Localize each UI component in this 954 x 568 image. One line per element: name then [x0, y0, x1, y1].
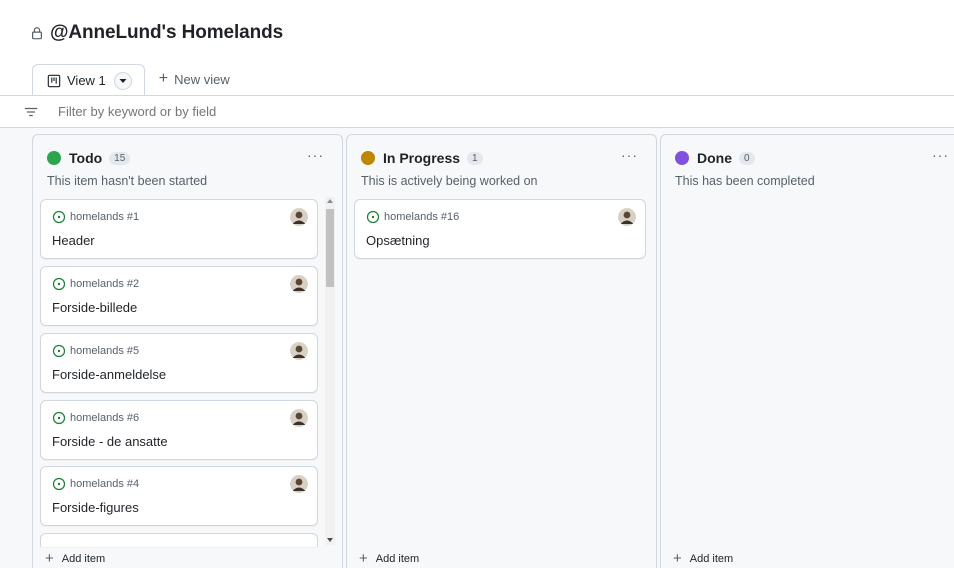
issue-ref: homelands #5: [52, 344, 139, 358]
issue-ref-text: homelands #2: [70, 278, 140, 290]
add-item-label: Add item: [61, 552, 106, 565]
column-todo: Todo 15 ··· This item hasn't been starte…: [32, 134, 343, 568]
column-header: Todo 15 ···: [47, 147, 328, 167]
status-dot-todo: [47, 151, 61, 165]
project-title-row: @AnneLund's Homelands: [30, 22, 283, 44]
column-more-options-icon[interactable]: ···: [932, 147, 949, 163]
issue-ref-text: homelands #5: [70, 345, 140, 357]
board-icon: [47, 74, 61, 87]
scroll-up-arrow-icon[interactable]: [327, 199, 333, 203]
new-view-button[interactable]: + New view: [145, 63, 244, 95]
filter-icon: [24, 107, 38, 116]
assignee-avatar[interactable]: [290, 475, 308, 493]
add-item-button[interactable]: + Add item: [673, 551, 733, 566]
issue-card[interactable]: homelands #4 Forside-figures: [40, 466, 318, 526]
column-scrollbar[interactable]: [325, 197, 335, 545]
tab-view-1[interactable]: View 1: [32, 64, 145, 96]
column-more-options-icon[interactable]: ···: [621, 147, 638, 163]
assignee-avatar[interactable]: [290, 275, 308, 293]
issue-open-icon: [52, 477, 66, 491]
issue-card[interactable]: homelands #5 Forside-anmeldelse: [40, 333, 318, 393]
plus-icon: +: [45, 550, 54, 567]
add-item-button[interactable]: + Add item: [359, 551, 419, 566]
add-item-label: Add item: [689, 552, 734, 565]
issue-open-icon: [52, 344, 66, 358]
status-dot-in-progress: [361, 151, 375, 165]
view-tabs: View 1 + New view: [32, 63, 244, 96]
column-title: In Progress: [383, 150, 461, 166]
column-more-options-icon[interactable]: ···: [307, 147, 324, 163]
assignee-avatar[interactable]: [290, 208, 308, 226]
issue-card[interactable]: homelands #1 Header: [40, 199, 318, 259]
issue-ref: homelands #4: [52, 477, 139, 491]
column-count-badge: 1: [467, 151, 483, 165]
add-item-button[interactable]: + Add item: [45, 551, 105, 566]
issue-open-icon: [52, 277, 66, 291]
issue-title[interactable]: Forside - de ansatte: [52, 434, 168, 449]
issue-ref: homelands #2: [52, 277, 139, 291]
column-done: Done 0 ··· This has been completed + Add…: [660, 134, 954, 568]
column-title: Done: [697, 150, 732, 166]
filter-input[interactable]: [58, 104, 458, 119]
add-item-label: Add item: [375, 552, 420, 565]
page-title: @AnneLund's Homelands: [50, 22, 284, 43]
issue-title[interactable]: Forside-billede: [52, 300, 137, 315]
assignee-avatar[interactable]: [290, 342, 308, 360]
issue-ref-text: homelands #16: [384, 211, 460, 223]
column-header: Done 0 ···: [675, 147, 948, 167]
issue-open-icon: [52, 411, 66, 425]
caret-down-icon: [119, 78, 127, 83]
issue-card[interactable]: homelands #2 Forside-billede: [40, 266, 318, 326]
issue-open-icon: [52, 210, 66, 224]
issue-ref-text: homelands #4: [70, 478, 140, 490]
plus-icon: +: [673, 550, 682, 567]
column-description: This has been completed: [675, 174, 815, 188]
issue-ref: homelands #1: [52, 210, 139, 224]
lock-icon: [32, 27, 42, 40]
column-description: This item hasn't been started: [47, 174, 208, 188]
new-view-label: New view: [174, 71, 230, 87]
issue-ref: homelands #6: [52, 411, 139, 425]
scroll-down-arrow-icon[interactable]: [327, 538, 333, 542]
page-header: @AnneLund's Homelands View 1 + New view: [0, 0, 954, 96]
column-title: Todo: [69, 150, 103, 166]
issue-card[interactable]: homelands #16 Opsætning: [354, 199, 646, 259]
issue-title[interactable]: Forside-anmeldelse: [52, 367, 166, 382]
column-count-badge: 15: [109, 151, 131, 165]
issue-title[interactable]: Forside-figures: [52, 500, 139, 515]
issue-title[interactable]: Header: [52, 233, 95, 248]
tab-label: View 1: [67, 73, 106, 88]
issue-ref-text: homelands #6: [70, 412, 140, 424]
issue-card-partial[interactable]: [40, 533, 318, 547]
status-dot-done: [675, 151, 689, 165]
plus-icon: +: [359, 550, 368, 567]
column-count-badge: 0: [739, 151, 755, 165]
assignee-avatar[interactable]: [290, 409, 308, 427]
issue-title[interactable]: Opsætning: [366, 233, 430, 248]
column-description: This is actively being worked on: [361, 174, 538, 188]
filter-bar: [0, 95, 954, 128]
column-header: In Progress 1 ···: [361, 147, 642, 167]
issue-open-icon: [366, 210, 380, 224]
scrollbar-thumb[interactable]: [326, 209, 334, 287]
assignee-avatar[interactable]: [618, 208, 636, 226]
issue-card[interactable]: homelands #6 Forside - de ansatte: [40, 400, 318, 460]
issue-ref: homelands #16: [366, 210, 459, 224]
issue-ref-text: homelands #1: [70, 211, 140, 223]
view-options-button[interactable]: [113, 71, 132, 90]
column-in-progress: In Progress 1 ··· This is actively being…: [346, 134, 657, 568]
plus-icon: +: [158, 70, 169, 87]
